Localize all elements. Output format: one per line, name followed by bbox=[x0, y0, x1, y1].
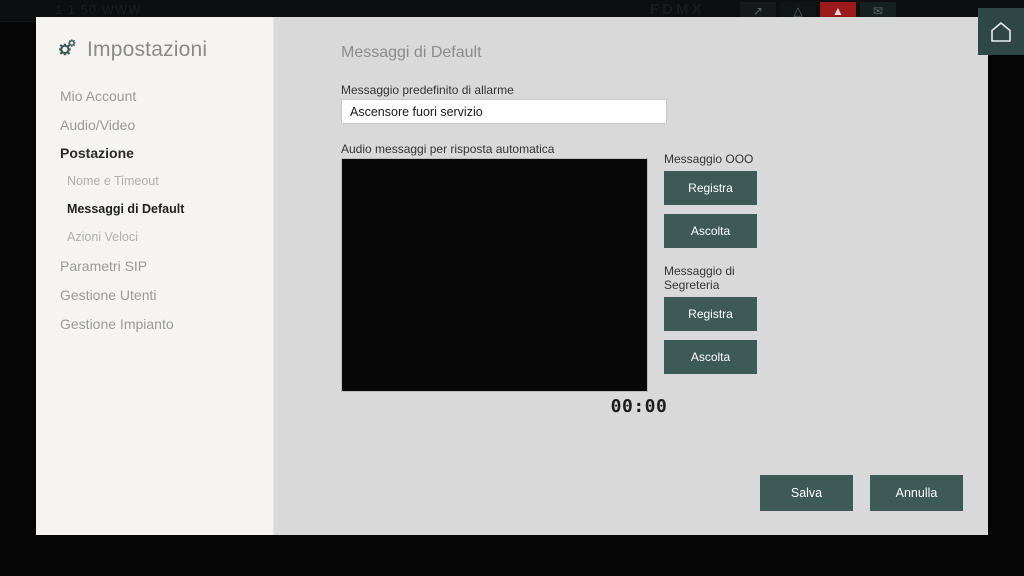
home-icon bbox=[991, 21, 1011, 42]
background-brand-logo: FDMX bbox=[650, 1, 705, 18]
record-ooo-button[interactable]: Registra bbox=[664, 171, 757, 205]
record-voicemail-button[interactable]: Registra bbox=[664, 297, 757, 331]
dialog-footer: Salva Annulla bbox=[760, 475, 963, 511]
settings-content: Messaggi di Default Messaggio predefinit… bbox=[274, 17, 988, 535]
save-button[interactable]: Salva bbox=[760, 475, 853, 511]
sidebar-item-messaggi-di-default[interactable]: Messaggi di Default bbox=[36, 195, 274, 223]
sidebar-item-nome-e-timeout[interactable]: Nome e Timeout bbox=[36, 167, 274, 195]
sidebar-item-parametri-sip[interactable]: Parametri SIP bbox=[36, 251, 274, 280]
settings-title: Impostazioni bbox=[87, 38, 208, 61]
settings-dialog: Impostazioni Mio Account Audio/Video Pos… bbox=[36, 17, 988, 535]
sidebar-item-postazione[interactable]: Postazione bbox=[36, 139, 274, 167]
cancel-button[interactable]: Annulla bbox=[870, 475, 963, 511]
screen: 1 1 50 WWW FDMX ↗ △ ▲ ✉ Impostazioni Mio… bbox=[0, 0, 1024, 576]
sidebar-item-mio-account[interactable]: Mio Account bbox=[36, 81, 274, 110]
sidebar-item-audio-video[interactable]: Audio/Video bbox=[36, 110, 274, 139]
settings-nav: Mio Account Audio/Video Postazione Nome … bbox=[36, 81, 274, 338]
sidebar-item-gestione-impianto[interactable]: Gestione Impianto bbox=[36, 309, 274, 338]
settings-header: Impostazioni bbox=[52, 38, 207, 62]
voicemail-message-label: Messaggio di Segreteria bbox=[664, 264, 735, 292]
audio-preview-panel[interactable] bbox=[341, 158, 648, 392]
gear-icon bbox=[52, 38, 78, 62]
sidebar-item-azioni-veloci[interactable]: Azioni Veloci bbox=[36, 223, 274, 251]
alarm-message-label: Messaggio predefinito di allarme bbox=[341, 83, 514, 97]
listen-voicemail-button[interactable]: Ascolta bbox=[664, 340, 757, 374]
background-window-title: 1 1 50 WWW bbox=[55, 2, 142, 17]
ooo-message-label: Messaggio OOO bbox=[664, 152, 754, 166]
audio-messages-label: Audio messaggi per risposta automatica bbox=[341, 142, 555, 156]
sidebar-item-gestione-utenti[interactable]: Gestione Utenti bbox=[36, 280, 274, 309]
message-actions-column: Messaggio OOO Registra Ascolta Messaggio… bbox=[664, 152, 784, 383]
recording-timer: 00:00 bbox=[610, 396, 668, 417]
listen-ooo-button[interactable]: Ascolta bbox=[664, 214, 757, 248]
alarm-message-input[interactable] bbox=[341, 99, 667, 124]
page-title: Messaggi di Default bbox=[341, 44, 482, 61]
home-button[interactable] bbox=[978, 8, 1024, 55]
settings-sidebar: Impostazioni Mio Account Audio/Video Pos… bbox=[36, 17, 274, 535]
